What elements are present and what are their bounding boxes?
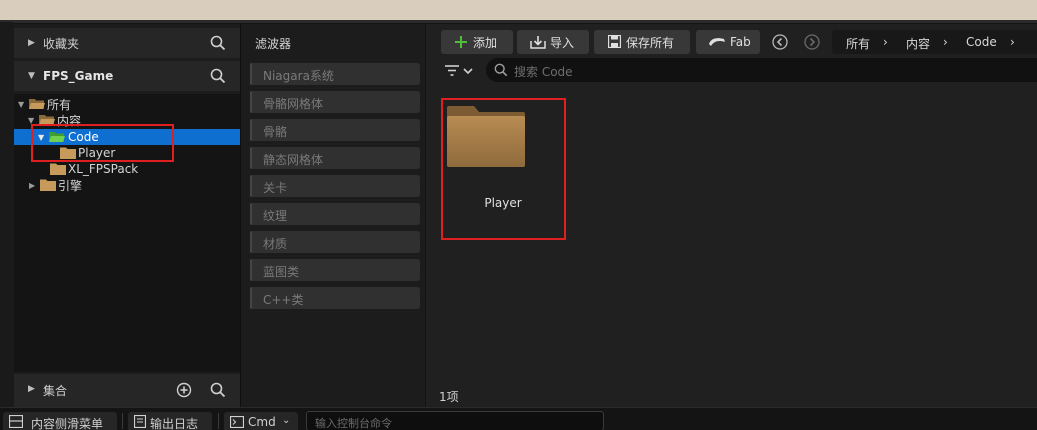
chevron-right-icon[interactable]: ▶	[28, 38, 35, 48]
bottom-toolbar: 内容侧滑菜单 输出日志 Cmd ⌄ 输入控制台命令	[0, 407, 1037, 430]
chevron-down-icon[interactable]: ▼	[28, 71, 35, 81]
content-browser: 添加 导入 保存所有 Fab 所有 › 内容 › Code › 搜索 Code …	[426, 24, 1037, 407]
import-button[interactable]: 导入	[517, 30, 589, 54]
filters-title: 滤波器	[255, 37, 292, 51]
filter-static-mesh[interactable]: 静态网格体	[250, 147, 420, 169]
chevron-right-icon[interactable]: ›	[1010, 35, 1015, 49]
filter-label: 静态网格体	[263, 153, 324, 167]
tree-item-xl-fpspack[interactable]: XL_FPSPack	[14, 161, 240, 177]
tree-item-label: 引擎	[58, 178, 83, 193]
filter-label: Niagara系统	[263, 69, 334, 83]
filter-blueprint-class[interactable]: 蓝图类	[250, 259, 420, 281]
search-placeholder: 搜索 Code	[514, 65, 573, 79]
filter-label: 纹理	[263, 209, 288, 223]
folder-icon	[447, 106, 525, 167]
back-icon[interactable]	[772, 34, 788, 50]
left-edge	[0, 22, 14, 407]
terminal-icon	[230, 416, 244, 428]
search-input[interactable]: 搜索 Code	[486, 58, 1037, 82]
fab-label: Fab	[730, 35, 751, 49]
breadcrumb-item-code[interactable]: Code	[966, 35, 997, 49]
tree-item-label: 所有	[47, 97, 72, 112]
search-icon[interactable]	[210, 35, 226, 51]
divider	[218, 413, 219, 429]
open-folder-icon	[29, 99, 45, 109]
item-count: 1项	[439, 390, 459, 404]
forward-icon[interactable]	[804, 34, 820, 50]
filter-niagara[interactable]: Niagara系统	[250, 63, 420, 85]
filter-label: 骨骼	[263, 125, 288, 139]
filter-skeleton[interactable]: 骨骼	[250, 119, 420, 141]
content-drawer-button[interactable]: 内容侧滑菜单	[3, 412, 117, 430]
asset-name: Player	[484, 196, 522, 210]
filter-skeletal-mesh[interactable]: 骨骼网格体	[250, 91, 420, 113]
tree-item-all[interactable]: ▼ 所有	[14, 96, 240, 112]
chevron-right-icon[interactable]: ▶	[29, 181, 35, 190]
folder-icon	[40, 179, 56, 191]
project-label: FPS_Game	[43, 69, 114, 83]
cmd-label: Cmd	[248, 415, 276, 429]
filter-label: C++类	[263, 293, 304, 307]
filter-label: 骨骼网格体	[263, 97, 324, 111]
breadcrumb-item-all[interactable]: 所有	[846, 35, 870, 52]
filter-level[interactable]: 关卡	[250, 175, 420, 197]
chevron-right-icon[interactable]: ▶	[28, 384, 35, 394]
tree-item-label: XL_FPSPack	[68, 162, 139, 176]
console-command-input[interactable]: 输入控制台命令	[306, 411, 604, 430]
folder-icon	[50, 163, 66, 175]
save-all-button[interactable]: 保存所有	[594, 30, 690, 54]
chevron-down-icon: ⌄	[282, 415, 291, 426]
search-icon[interactable]	[210, 68, 226, 84]
add-label: 添加	[473, 35, 498, 50]
content-drawer-label: 内容侧滑菜单	[31, 417, 104, 430]
search-icon	[494, 63, 508, 77]
tree-item-engine[interactable]: ▶ 引擎	[14, 177, 240, 193]
favorites-header[interactable]: ▶ 收藏夹	[14, 28, 240, 58]
sources-panel: ▶ 收藏夹 ▼ FPS_Game ▼ 所有 ▼ 内容 ▼ Code Player…	[14, 24, 240, 407]
chevron-right-icon[interactable]: ›	[883, 35, 888, 49]
save-all-label: 保存所有	[626, 35, 675, 50]
filter-label: 关卡	[263, 181, 288, 195]
annotation-highlight-box	[31, 124, 174, 162]
save-icon	[608, 35, 621, 48]
search-icon[interactable]	[210, 382, 226, 398]
filter-cpp-class[interactable]: C++类	[250, 287, 420, 309]
filter-label: 蓝图类	[263, 265, 300, 279]
asset-tile-player[interactable]: Player	[441, 98, 566, 240]
collections-label: 集合	[43, 384, 68, 398]
chevron-down-icon[interactable]: ▼	[18, 100, 24, 109]
divider	[122, 413, 123, 429]
add-button[interactable]: 添加	[441, 30, 513, 54]
collections-header[interactable]: ▶ 集合	[14, 374, 240, 407]
window-top-shadow	[0, 20, 1037, 23]
output-log-button[interactable]: 输出日志	[128, 412, 212, 430]
favorites-label: 收藏夹	[43, 36, 80, 51]
import-label: 导入	[550, 35, 575, 50]
filter-dropdown-icon[interactable]	[444, 64, 474, 78]
window-top-strip	[0, 0, 1037, 22]
plus-icon	[455, 36, 467, 48]
import-icon	[530, 36, 546, 49]
cmd-dropdown[interactable]: Cmd ⌄	[224, 412, 298, 430]
add-collection-icon[interactable]	[176, 382, 192, 398]
project-header[interactable]: ▼ FPS_Game	[14, 61, 240, 91]
output-log-icon	[134, 415, 146, 428]
fab-icon	[709, 38, 725, 46]
filter-texture[interactable]: 纹理	[250, 203, 420, 225]
chevron-right-icon[interactable]: ›	[943, 35, 948, 49]
output-log-label: 输出日志	[150, 417, 199, 430]
content-drawer-icon	[9, 415, 23, 428]
filter-material[interactable]: 材质	[250, 231, 420, 253]
breadcrumb: 所有 › 内容 › Code ›	[832, 30, 1037, 54]
filter-label: 材质	[263, 237, 288, 251]
filters-panel: 滤波器 Niagara系统 骨骼网格体 骨骼 静态网格体 关卡 纹理 材质 蓝图…	[240, 24, 425, 407]
breadcrumb-item-content[interactable]: 内容	[906, 35, 930, 52]
fab-button[interactable]: Fab	[696, 30, 760, 54]
console-placeholder: 输入控制台命令	[315, 417, 392, 430]
